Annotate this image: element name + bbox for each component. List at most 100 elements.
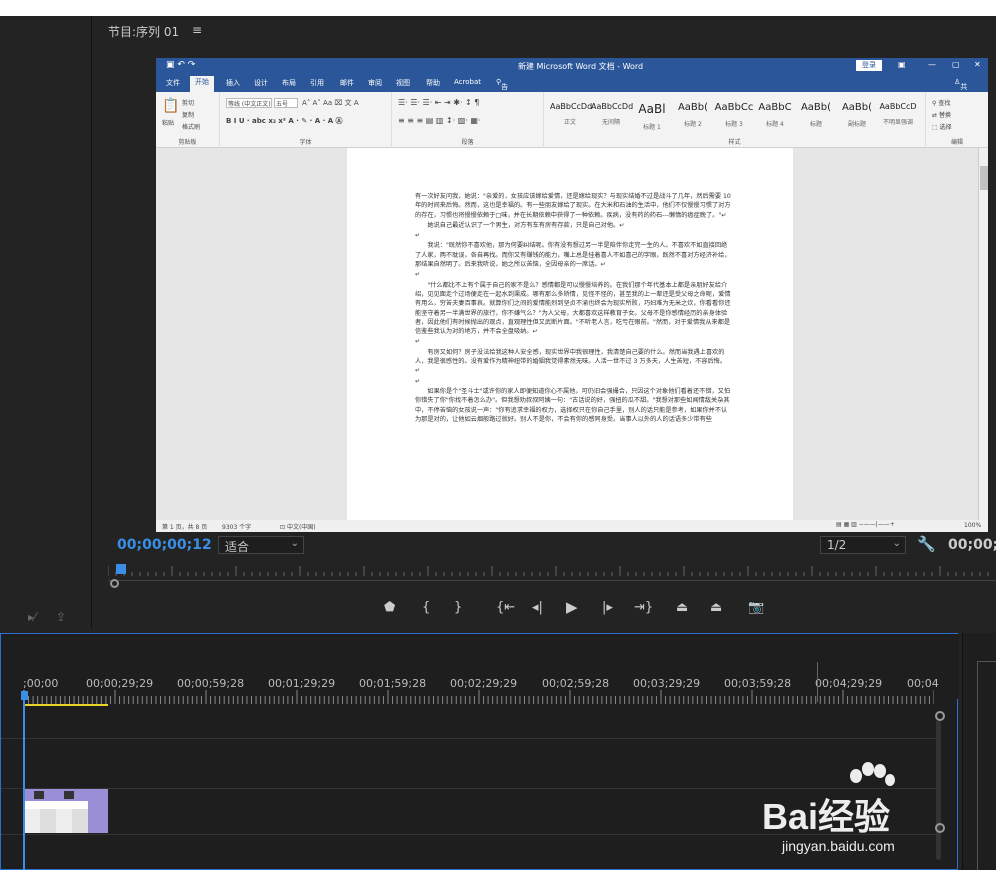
word-count[interactable]: 9303 个字 xyxy=(222,522,251,531)
style-sample: AaBbC xyxy=(758,102,792,113)
tab-file[interactable]: 文件 xyxy=(166,78,180,88)
word-vertical-scrollbar[interactable] xyxy=(978,148,988,520)
maximize-icon[interactable]: ▢ xyxy=(952,60,960,69)
tab-design[interactable]: 设计 xyxy=(254,78,268,88)
tab-view[interactable]: 视图 xyxy=(396,78,410,88)
tab-layout[interactable]: 布局 xyxy=(282,78,296,88)
language-status[interactable]: ⊡ 中文(中国) xyxy=(280,522,316,531)
style-name: 标题 xyxy=(809,121,822,128)
scroll-handle-top[interactable] xyxy=(935,711,945,721)
play-icon[interactable]: ▶ xyxy=(566,598,578,616)
tab-home[interactable]: 开始 xyxy=(190,76,214,92)
mark-in-icon[interactable]: { xyxy=(422,600,430,615)
style-7[interactable]: AaBb(副标题 xyxy=(837,98,877,134)
video-clip[interactable] xyxy=(24,789,108,833)
doc-paragraph[interactable]: "什么都比不上有个属于自己的家不是么？感情都是可以慢慢培养的。在我们那个年代基本… xyxy=(415,281,731,337)
cut-button[interactable]: 剪切 xyxy=(182,98,194,107)
style-1[interactable]: AaBbCcDd 无间隔 xyxy=(591,98,633,134)
step-forward-icon[interactable]: |▸ xyxy=(602,600,613,615)
word-window: ▣ ↶ ↷ 新建 Microsoft Word 文档 - Word 登录 ▣ —… xyxy=(156,58,988,532)
login-button[interactable]: 登录 xyxy=(856,60,882,71)
doc-paragraph[interactable]: ↵ xyxy=(415,231,731,240)
zoom-bar[interactable] xyxy=(108,580,996,588)
find-button[interactable]: ⚲ 查找 xyxy=(932,98,950,107)
wrench-icon[interactable]: 🔧 xyxy=(917,535,936,553)
document-page[interactable]: 有一次好友问我，她说："亲爱的，女孩应该嫁给爱情，还是嫁给现实？与现实结婚不过是… xyxy=(347,148,793,520)
list-buttons[interactable]: ☰· ☰· ☰· ⇤ ⇥ ✱· ↕ ¶ xyxy=(398,98,479,107)
mark-out-icon[interactable]: } xyxy=(454,600,462,615)
doc-paragraph[interactable]: ↵ xyxy=(415,337,731,346)
clip-thumbnail xyxy=(24,809,88,833)
zoom-fit-select[interactable]: 适合 ⌄ xyxy=(218,536,304,554)
tab-mailings[interactable]: 邮件 xyxy=(340,78,354,88)
work-area-bar[interactable] xyxy=(24,704,108,706)
tab-help[interactable]: 帮助 xyxy=(426,78,440,88)
close-icon[interactable]: ✕ xyxy=(974,60,981,69)
style-3[interactable]: AaBb(标题 2 xyxy=(673,98,713,134)
style-4[interactable]: AaBbCc 标题 3 xyxy=(714,98,754,134)
doc-paragraph[interactable]: ↵ xyxy=(415,377,731,386)
align-buttons[interactable]: ≡ ≡ ≡ ▤ ▥ ↕· ▨· ▦· xyxy=(398,116,480,125)
view-buttons[interactable]: ▤ ▦ ▥ −——|——+ xyxy=(836,521,895,528)
tab-insert[interactable]: 插入 xyxy=(226,78,240,88)
doc-paragraph[interactable]: 如果你是个"圣斗士"或许你的家人即便知道你心不属他，可仍旧会强撮合，只因这个对象… xyxy=(415,387,731,424)
tab-review[interactable]: 审阅 xyxy=(368,78,382,88)
style-0[interactable]: AaBbCcDd 正文 xyxy=(550,98,592,134)
zoom-level[interactable]: 100% xyxy=(964,522,981,529)
style-sample: AaBbCc xyxy=(714,102,754,113)
export-icon[interactable]: ⇪ xyxy=(56,610,66,624)
style-5[interactable]: AaBbC 标题 4 xyxy=(755,98,795,134)
font-name-select[interactable]: 等线 (中文正文) xyxy=(226,98,272,108)
editing-label: 编辑 xyxy=(950,139,963,146)
font-label: 字体 xyxy=(299,139,312,146)
hamburger-icon[interactable]: ≡ xyxy=(192,23,202,37)
program-title[interactable]: 节目:序列 01 xyxy=(108,23,179,40)
font-format-buttons[interactable]: B I U · abc x₂ x² A · ✎ · A · A Ⓐ xyxy=(226,116,343,126)
extract-icon[interactable]: ⏏ xyxy=(710,600,722,615)
insert-icon[interactable]: ▸⁄ xyxy=(28,610,36,624)
doc-paragraph[interactable]: 有一次好友问我，她说："亲爱的，女孩应该嫁给爱情，还是嫁给现实？与现实结婚不过是… xyxy=(415,192,731,220)
go-to-out-icon[interactable]: ⇥} xyxy=(634,600,653,615)
resolution-select[interactable]: 1/2 ⌄ xyxy=(820,536,906,554)
paste-icon[interactable]: 📋 xyxy=(162,98,179,114)
lift-icon[interactable]: ⏏ xyxy=(676,600,688,615)
select-button[interactable]: ⬚ 选择 xyxy=(932,122,952,131)
word-tabs: 文件 开始 插入 设计 布局 引用 邮件 审阅 视图 帮助 Acrobat ⚲ … xyxy=(156,74,988,171)
copy-button[interactable]: 复制 xyxy=(182,110,194,119)
zoom-handle[interactable] xyxy=(110,579,119,588)
style-6[interactable]: AaBb(标题 xyxy=(796,98,836,134)
timeline-playhead[interactable] xyxy=(23,690,25,870)
ribbon-display-icon[interactable]: ▣ xyxy=(898,60,906,69)
font-size-select[interactable]: 五号 xyxy=(274,98,298,108)
clip-fx-icon xyxy=(34,791,44,799)
share-button[interactable]: ♙共享 xyxy=(954,78,967,101)
tell-me-search[interactable]: ⚲ 告诉我你想要做什么 xyxy=(496,78,508,171)
doc-paragraph[interactable]: 我说："既然你不喜欢他，那为何要纠结呢。你有没有想过另一半是陪伴你走完一生的人。… xyxy=(415,241,731,269)
tab-references[interactable]: 引用 xyxy=(310,78,324,88)
style-8[interactable]: AaBbCcD 不明显强调 xyxy=(878,98,918,134)
marker-icon[interactable]: ⬟ xyxy=(384,600,395,615)
format-painter-button[interactable]: 格式刷 xyxy=(182,122,200,131)
minimize-icon[interactable]: — xyxy=(928,60,936,69)
mini-time-ruler[interactable] xyxy=(108,562,996,582)
tab-acrobat[interactable]: Acrobat xyxy=(454,78,481,86)
step-back-icon[interactable]: ◂| xyxy=(532,600,543,615)
page-count[interactable]: 第 1 页，共 8 页 xyxy=(162,522,207,531)
camera-icon[interactable]: 📷 xyxy=(748,600,764,615)
paste-button[interactable]: 粘贴 xyxy=(162,118,174,127)
document-text[interactable]: 有一次好友问我，她说："亲爱的，女孩应该嫁给爱情，还是嫁给现实？与现实结婚不过是… xyxy=(415,192,731,425)
timeline-ticks xyxy=(24,690,934,704)
playhead-timecode[interactable]: 00;00;00;12 xyxy=(117,537,212,553)
mini-playhead[interactable] xyxy=(116,564,126,574)
scroll-thumb[interactable] xyxy=(980,166,988,190)
go-to-in-icon[interactable]: {⇤ xyxy=(496,600,515,615)
doc-paragraph[interactable]: 她说自己最近认识了一个男生，对方有车有房有存款，只是自己对他。↵ xyxy=(415,221,731,230)
doc-paragraph[interactable]: 有房又如何？房子没法给我这种人安全感，现实世界中我很理性，我清楚自己要的什么。然… xyxy=(415,348,731,376)
replace-button[interactable]: ⇄ 替换 xyxy=(932,110,951,119)
font-size-adjust-icon[interactable]: A˄ A˅ Aa ⌧ 文 A xyxy=(302,98,359,108)
baidu-watermark: Bai经验 jingyan.baidu.com xyxy=(762,762,992,862)
doc-paragraph[interactable]: ↵ xyxy=(415,270,731,279)
playhead-handle[interactable] xyxy=(21,691,28,700)
style-2[interactable]: AaBl 标题 1 xyxy=(632,98,672,134)
resolution-value: 1/2 xyxy=(827,538,847,552)
